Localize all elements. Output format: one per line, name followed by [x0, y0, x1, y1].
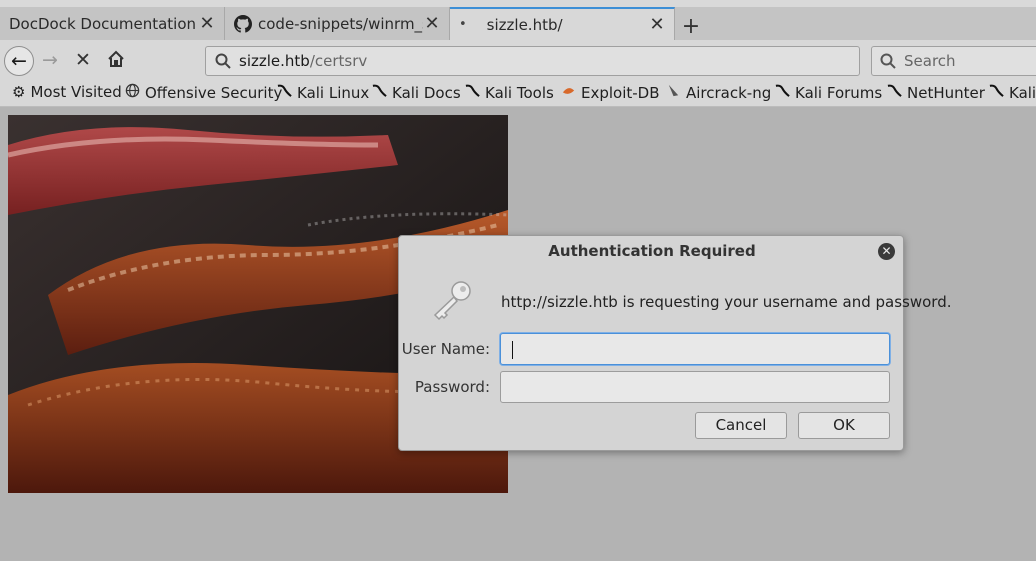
kali-dragon-icon — [277, 83, 292, 102]
url-path: /certsrv — [309, 52, 368, 70]
url-bar[interactable]: sizzle.htb/certsrv — [205, 46, 860, 76]
stop-button[interactable]: ✕ — [75, 49, 91, 71]
username-input[interactable] — [500, 333, 890, 365]
bookmark-kali[interactable]: Kali — [989, 83, 1036, 102]
tab-sizzle[interactable]: • sizzle.htb/ ✕ — [450, 7, 675, 40]
bookmark-label: Kali — [1009, 83, 1036, 102]
window-top-strip: — — — — — — — — — — — — — — — — — — — — … — [0, 0, 1036, 7]
bookmark-exploit-db[interactable]: Exploit-DB — [561, 83, 660, 102]
bookmark-kali-tools[interactable]: Kali Tools — [465, 83, 554, 102]
auth-dialog: Authentication Required ✕ http://sizzle.… — [398, 235, 951, 451]
bookmark-label: Kali Forums — [795, 83, 883, 102]
tab-bar: DocDock Documentation ✕ code-snippets/wi… — [0, 7, 1036, 40]
github-icon — [234, 14, 252, 33]
globe-icon — [125, 83, 140, 102]
tab-code-snippets[interactable]: code-snippets/winrm_sh ✕ — [225, 7, 450, 40]
stop-icon: ✕ — [75, 49, 91, 71]
text-caret — [512, 341, 513, 359]
close-icon[interactable]: ✕ — [423, 13, 441, 34]
url-host: sizzle.htb — [239, 52, 310, 70]
username-label: User Name: — [401, 340, 490, 358]
bookmarks-toolbar: ⚙ Most Visited Offensive Security Kali L… — [0, 81, 1036, 107]
dialog-title: Authentication Required — [548, 242, 756, 260]
key-icon — [433, 281, 471, 321]
arrow-right-icon: → — [42, 49, 58, 71]
search-bar[interactable]: Search — [871, 46, 1036, 76]
bookmark-label: Offensive Security — [145, 83, 283, 102]
nav-bar: ← → ✕ sizzle.htb/certsrv Search — [0, 40, 1036, 81]
aircrack-icon — [666, 83, 681, 102]
bookmark-kali-docs[interactable]: Kali Docs — [372, 83, 461, 102]
bookmark-label: Kali Tools — [485, 83, 554, 102]
bookmark-label: Kali Linux — [297, 83, 370, 102]
bookmark-offensive-security[interactable]: Offensive Security — [125, 83, 282, 102]
bookmark-nethunter[interactable]: NetHunter — [887, 83, 985, 102]
bookmark-kali-forums[interactable]: Kali Forums — [775, 83, 882, 102]
close-icon[interactable]: ✕ — [198, 13, 216, 34]
bookmark-most-visited[interactable]: ⚙ Most Visited — [12, 83, 122, 101]
arrow-left-icon: ← — [11, 50, 27, 72]
search-placeholder: Search — [904, 52, 956, 70]
kali-dragon-icon — [465, 83, 480, 102]
dialog-close-button[interactable]: ✕ — [878, 243, 895, 260]
forward-button[interactable]: → — [42, 49, 58, 71]
kali-dragon-icon — [372, 83, 387, 102]
bookmark-kali-linux[interactable]: Kali Linux — [277, 83, 369, 102]
home-button[interactable] — [107, 50, 125, 72]
exploit-db-icon — [561, 83, 576, 102]
tab-docdock[interactable]: DocDock Documentation ✕ — [0, 7, 225, 40]
dot-icon: • — [459, 17, 467, 32]
password-label: Password: — [414, 378, 490, 396]
dialog-message: http://sizzle.htb is requesting your use… — [501, 293, 952, 311]
kali-dragon-icon — [775, 83, 790, 102]
home-icon — [108, 50, 124, 67]
kali-dragon-icon — [989, 83, 1004, 102]
close-icon[interactable]: ✕ — [648, 14, 666, 35]
back-button[interactable]: ← — [4, 46, 34, 76]
password-input[interactable] — [500, 371, 890, 403]
bookmark-label: NetHunter — [907, 83, 985, 102]
bookmark-label: Exploit-DB — [581, 83, 660, 102]
kali-dragon-icon — [887, 83, 902, 102]
search-icon — [880, 53, 896, 69]
gear-icon: ⚙ — [12, 83, 26, 101]
tab-label: sizzle.htb/ — [486, 15, 563, 34]
ok-button[interactable]: OK — [798, 412, 890, 439]
bookmark-label: Kali Docs — [392, 83, 461, 102]
bookmark-aircrack-ng[interactable]: Aircrack-ng — [666, 83, 771, 102]
cancel-button[interactable]: Cancel — [695, 412, 787, 439]
bookmark-label: Most Visited — [30, 83, 122, 101]
new-tab-button[interactable]: + — [680, 14, 702, 39]
tab-label: DocDock Documentation — [9, 14, 197, 33]
search-icon — [215, 53, 231, 69]
tab-label: code-snippets/winrm_sh — [258, 14, 423, 33]
bookmark-label: Aircrack-ng — [686, 83, 772, 102]
